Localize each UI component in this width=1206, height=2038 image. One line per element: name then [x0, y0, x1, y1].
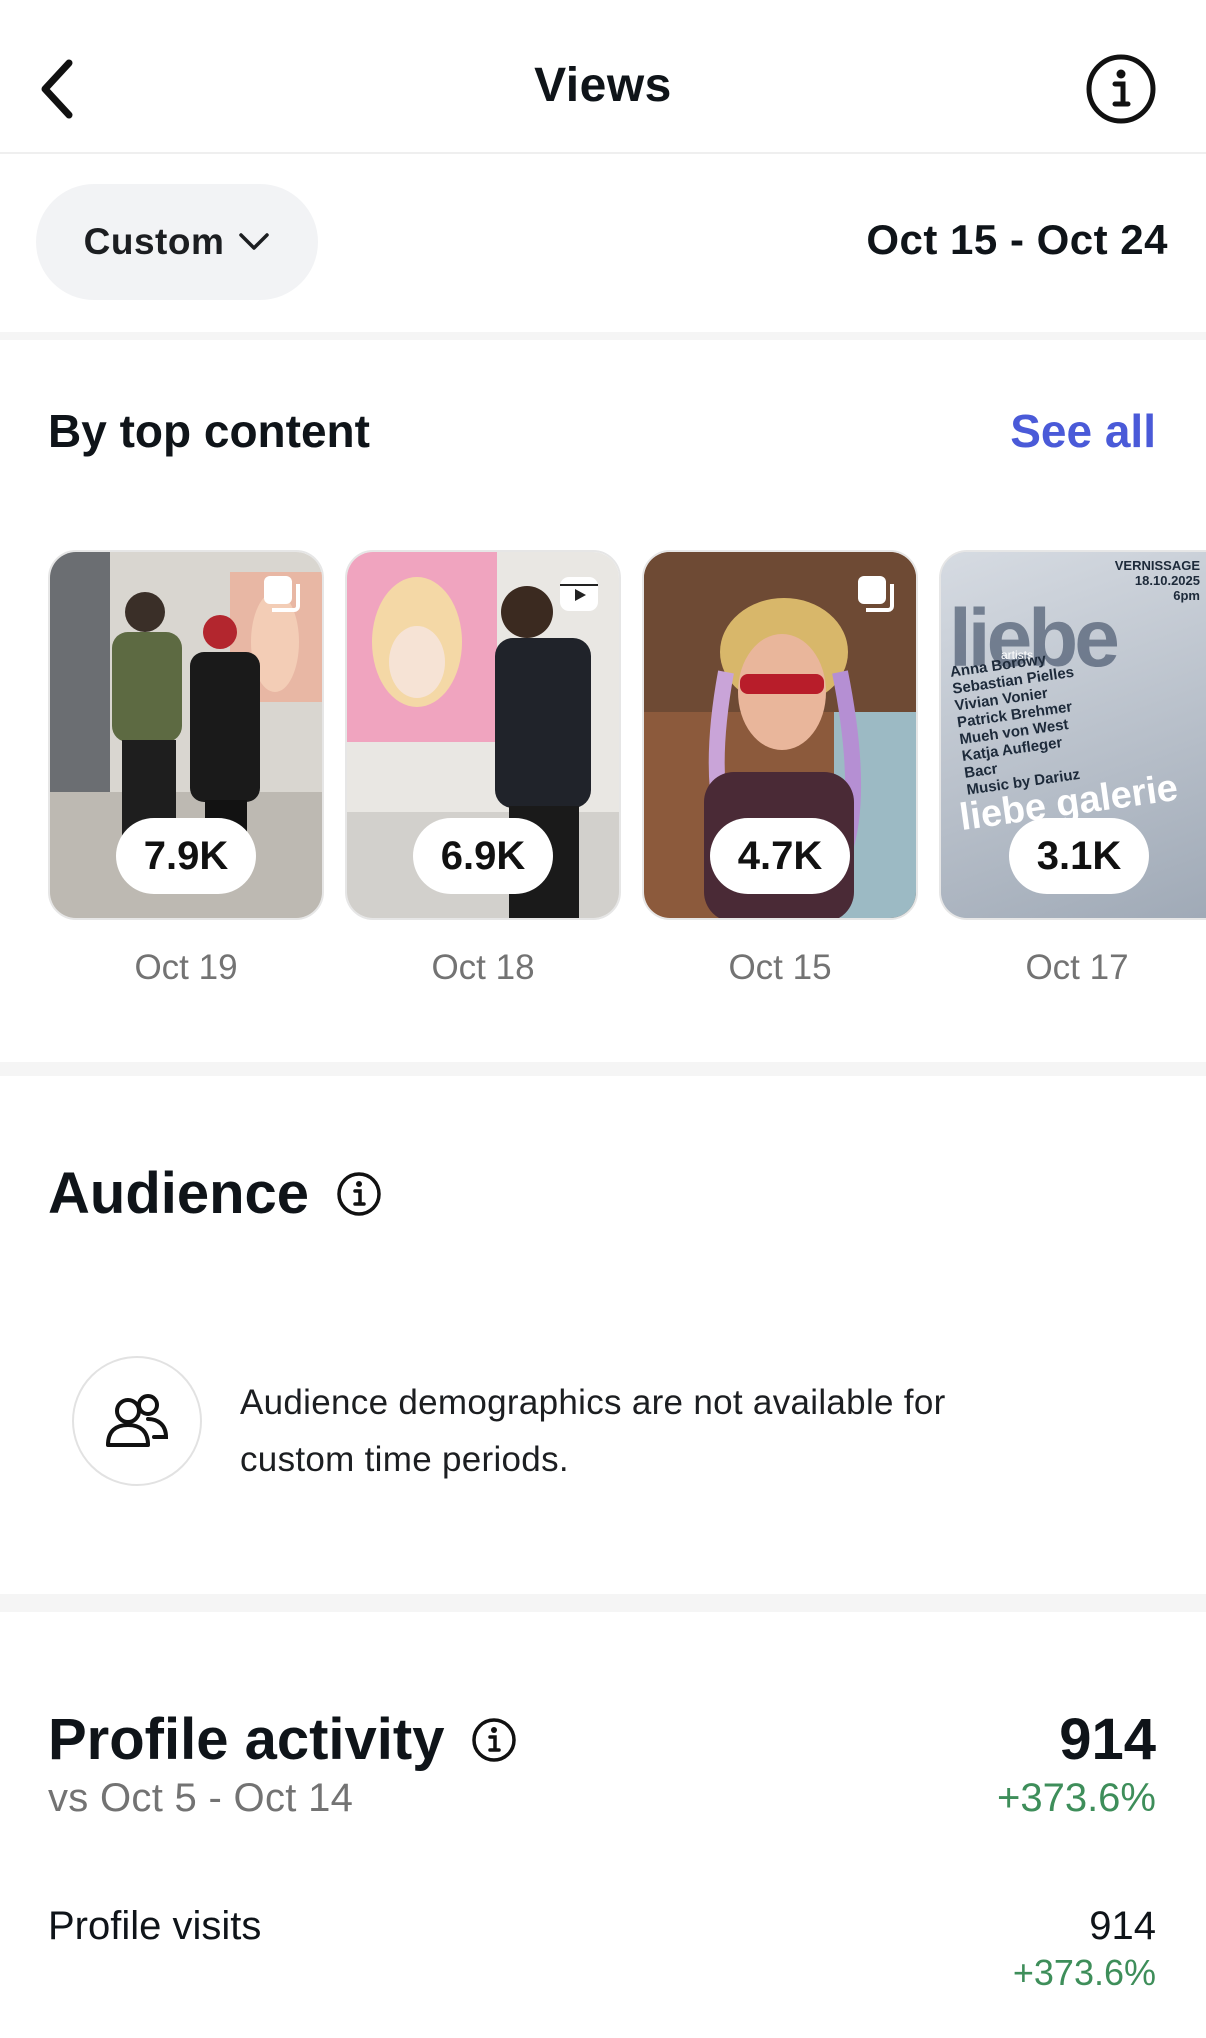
top-content-title: By top content — [48, 405, 370, 457]
poster-heading: VERNISSAGE — [1114, 558, 1200, 573]
info-icon[interactable] — [470, 1716, 518, 1764]
post-date: Oct 19 — [134, 948, 238, 987]
section-divider — [0, 1594, 1206, 1612]
views-badge: 4.7K — [710, 818, 850, 894]
audience-title-text: Audience — [48, 1161, 310, 1226]
profile-activity-title-text: Profile activity — [48, 1707, 445, 1772]
post-date: Oct 17 — [1025, 948, 1129, 987]
views-badge: 7.9K — [116, 818, 256, 894]
audience-unavailable-message: Audience demographics are not available … — [240, 1383, 946, 1479]
header-bar: Views — [0, 0, 1206, 154]
post-date: Oct 15 — [728, 948, 832, 987]
chevron-down-icon — [239, 233, 270, 250]
audience-section-title: Audience — [48, 1160, 383, 1227]
section-divider — [0, 332, 1206, 340]
comparison-period: vs Oct 5 - Oct 14 — [48, 1776, 354, 1820]
profile-activity-total: 914 — [1059, 1707, 1156, 1772]
views-badge: 6.9K — [413, 818, 553, 894]
range-select-button[interactable]: Custom — [36, 184, 318, 300]
poster-date: 18.10.2025 — [1134, 573, 1200, 588]
info-button[interactable] — [1084, 52, 1158, 126]
poster-time: 6pm — [1173, 588, 1200, 603]
profile-activity-title: Profile activity — [48, 1706, 518, 1773]
info-icon[interactable] — [335, 1170, 383, 1218]
date-range-label: Oct 15 - Oct 24 — [866, 216, 1168, 263]
profile-activity-change: +373.6% — [996, 1776, 1156, 1820]
post-date: Oct 18 — [431, 948, 535, 987]
people-icon — [106, 1394, 169, 1447]
see-all-link[interactable]: See all — [1010, 404, 1156, 458]
top-content-card[interactable]: 4.7K — [642, 550, 918, 920]
reel-icon — [560, 577, 598, 611]
page-title: Views — [534, 59, 672, 112]
metric-row-change: +373.6% — [1012, 1952, 1156, 1993]
info-icon — [1086, 54, 1156, 124]
people-icon-container — [72, 1356, 202, 1486]
carousel-icon — [264, 576, 300, 612]
range-select-label: Custom — [83, 221, 225, 262]
carousel-icon — [858, 576, 894, 612]
top-content-card[interactable]: 6.9K — [345, 550, 621, 920]
date-filter-row: Custom Oct 15 - Oct 24 — [0, 156, 1206, 332]
metric-row-label: Profile visits — [48, 1904, 262, 1948]
top-content-card[interactable]: VERNISSAGE 18.10.2025 6pm liebe artists … — [939, 550, 1206, 920]
top-content-card[interactable]: 7.9K — [48, 550, 324, 920]
views-badge: 3.1K — [1009, 818, 1149, 894]
section-divider — [0, 1062, 1206, 1076]
metric-row-value: 914 — [1089, 1904, 1156, 1948]
